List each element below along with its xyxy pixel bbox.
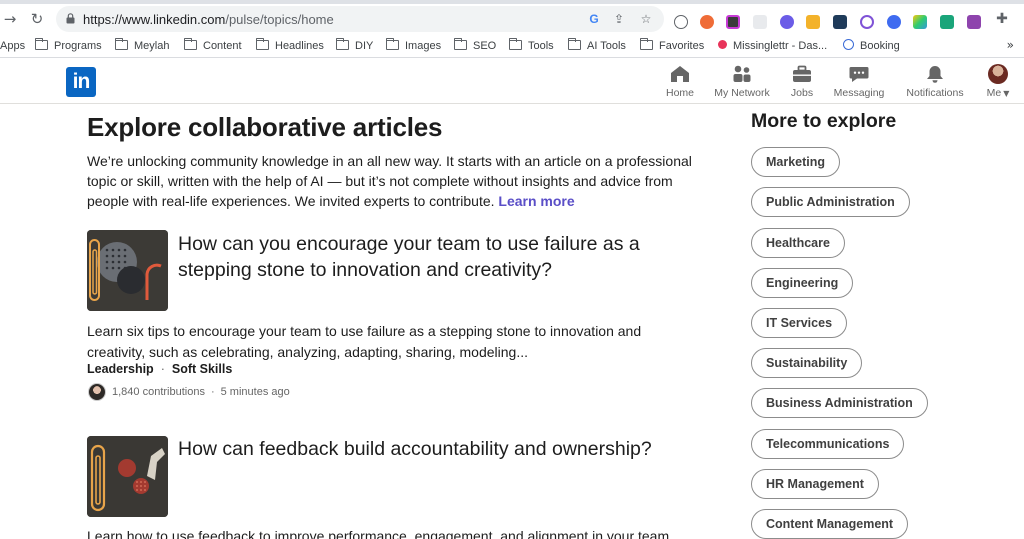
browser-toolbar: → ↻ https://www.linkedin.com/pulse/topic…: [0, 4, 1024, 34]
reload-icon[interactable]: ↻: [29, 11, 45, 27]
nav-home[interactable]: Home: [665, 64, 695, 99]
lock-icon[interactable]: [66, 13, 75, 24]
topic-pill-business-administration[interactable]: Business Administration: [751, 388, 928, 418]
topic-pill-marketing[interactable]: Marketing: [751, 147, 841, 177]
topic-pill-content-management[interactable]: Content Management: [751, 509, 909, 539]
topic-pill-hr-management[interactable]: HR Management: [751, 469, 879, 499]
article-thumbnail[interactable]: [87, 230, 168, 311]
linkedin-logo[interactable]: in: [66, 67, 96, 97]
bookmark-favorites[interactable]: Favorites: [639, 37, 704, 54]
extension-green-icon[interactable]: [940, 15, 954, 29]
tag-soft-skills[interactable]: Soft Skills: [172, 362, 232, 376]
share-icon[interactable]: ⇪: [611, 11, 627, 27]
contribution-count[interactable]: 1,840 contributions: [112, 386, 205, 398]
article-thumbnail[interactable]: [87, 436, 168, 517]
bookmark-meylah[interactable]: Meylah: [114, 37, 169, 54]
bell-icon: [927, 66, 943, 83]
extension-purple-icon[interactable]: [967, 15, 981, 29]
page-title: Explore collaborative articles: [87, 112, 443, 142]
avatar: [988, 64, 1008, 84]
nav-messaging[interactable]: Messaging: [832, 64, 886, 99]
article-description: Learn six tips to encourage your team to…: [87, 323, 642, 360]
article-meta: 1,840 contributions · 5 minutes ago: [88, 383, 290, 401]
topic-pill-it-services[interactable]: IT Services: [751, 308, 848, 338]
bookmark-programs[interactable]: Programs: [34, 37, 102, 54]
network-icon: [733, 65, 751, 82]
folder-icon: [114, 37, 128, 50]
bookmark-tools[interactable]: Tools: [508, 37, 554, 54]
briefcase-icon: [793, 65, 811, 82]
folder-icon: [183, 37, 197, 50]
extensions-puzzle-icon[interactable]: ✚: [994, 11, 1010, 27]
bookmark-ai-tools[interactable]: AI Tools: [567, 37, 626, 54]
bookmark-star-icon[interactable]: ☆: [638, 11, 654, 27]
extension-gear-icon[interactable]: [780, 15, 794, 29]
topic-pill-engineering[interactable]: Engineering: [751, 268, 854, 298]
url-text[interactable]: https://www.linkedin.com/pulse/topics/ho…: [83, 12, 334, 27]
home-icon: [671, 66, 689, 82]
learn-more-link[interactable]: Learn more: [498, 193, 574, 209]
nav-my-network[interactable]: My Network: [712, 64, 772, 99]
folder-icon: [453, 37, 467, 50]
timestamp: 5 minutes ago: [220, 385, 290, 398]
bookmark-seo[interactable]: SEO: [453, 37, 496, 54]
tag-leadership[interactable]: Leadership: [87, 362, 154, 376]
bookmarks-overflow-icon[interactable]: »: [1007, 38, 1014, 52]
extension-shield-icon[interactable]: [806, 15, 820, 29]
extension-compass-icon[interactable]: [674, 15, 688, 29]
address-bar[interactable]: https://www.linkedin.com/pulse/topics/ho…: [56, 6, 664, 32]
extension-n-icon[interactable]: [833, 15, 847, 29]
abstract-art-image: [87, 230, 168, 311]
topic-pill-public-administration[interactable]: Public Administration: [751, 187, 910, 217]
bookmark-images[interactable]: Images: [385, 37, 441, 54]
extension-camera-icon[interactable]: [726, 15, 740, 29]
folder-icon: [34, 37, 48, 50]
article-title[interactable]: How can you encourage your team to use f…: [178, 231, 698, 283]
extension-chat-icon[interactable]: [860, 15, 874, 29]
missinglettr-icon: [718, 40, 727, 49]
bookmark-headlines[interactable]: Headlines: [255, 37, 324, 54]
folder-icon: [508, 37, 522, 50]
article-tags: Leadership · Soft Skills: [87, 362, 233, 376]
article-title[interactable]: How can feedback build accountability an…: [178, 436, 698, 462]
booking-icon: [843, 39, 854, 50]
nav-notifications[interactable]: Notifications: [903, 64, 967, 99]
nav-jobs[interactable]: Jobs: [788, 64, 816, 99]
abstract-art-image: [87, 436, 168, 517]
topic-pill-sustainability[interactable]: Sustainability: [751, 348, 863, 378]
folder-icon: [255, 37, 269, 50]
chevron-down-icon: ▼: [1003, 89, 1010, 98]
folder-icon: [567, 37, 581, 50]
folder-icon: [335, 37, 349, 50]
topic-pill-telecommunications[interactable]: Telecommunications: [751, 429, 905, 459]
article-description: Learn how to use feedback to improve per…: [87, 528, 674, 539]
bookmark-apps[interactable]: Apps: [0, 38, 25, 54]
folder-icon: [385, 37, 399, 50]
forward-icon[interactable]: →: [2, 11, 18, 27]
bookmark-diy[interactable]: DIY: [335, 37, 373, 54]
extension-blue-icon[interactable]: [887, 15, 901, 29]
folder-icon: [639, 37, 653, 50]
nav-me[interactable]: Me ▼: [983, 64, 1013, 99]
contributor-avatar: [88, 383, 106, 401]
intro-paragraph: We’re unlocking community knowledge in a…: [87, 153, 692, 209]
linkedin-header: in Home My Network Jobs Messaging Notifi…: [0, 59, 1024, 104]
extension-multicolor-icon[interactable]: [913, 15, 927, 29]
google-icon[interactable]: G: [586, 11, 602, 27]
bookmark-booking[interactable]: Booking: [843, 38, 900, 54]
topic-pill-healthcare[interactable]: Healthcare: [751, 228, 845, 258]
bookmarks-bar: Apps Programs Meylah Content Headlines D…: [0, 34, 1024, 58]
bookmark-missinglettr[interactable]: Missinglettr - Das...: [718, 38, 827, 54]
sidebar-title: More to explore: [751, 110, 897, 132]
bookmark-content[interactable]: Content: [183, 37, 242, 54]
messaging-icon: [849, 67, 869, 82]
extension-orange-icon[interactable]: [700, 15, 714, 29]
extension-download-icon[interactable]: [753, 15, 767, 29]
